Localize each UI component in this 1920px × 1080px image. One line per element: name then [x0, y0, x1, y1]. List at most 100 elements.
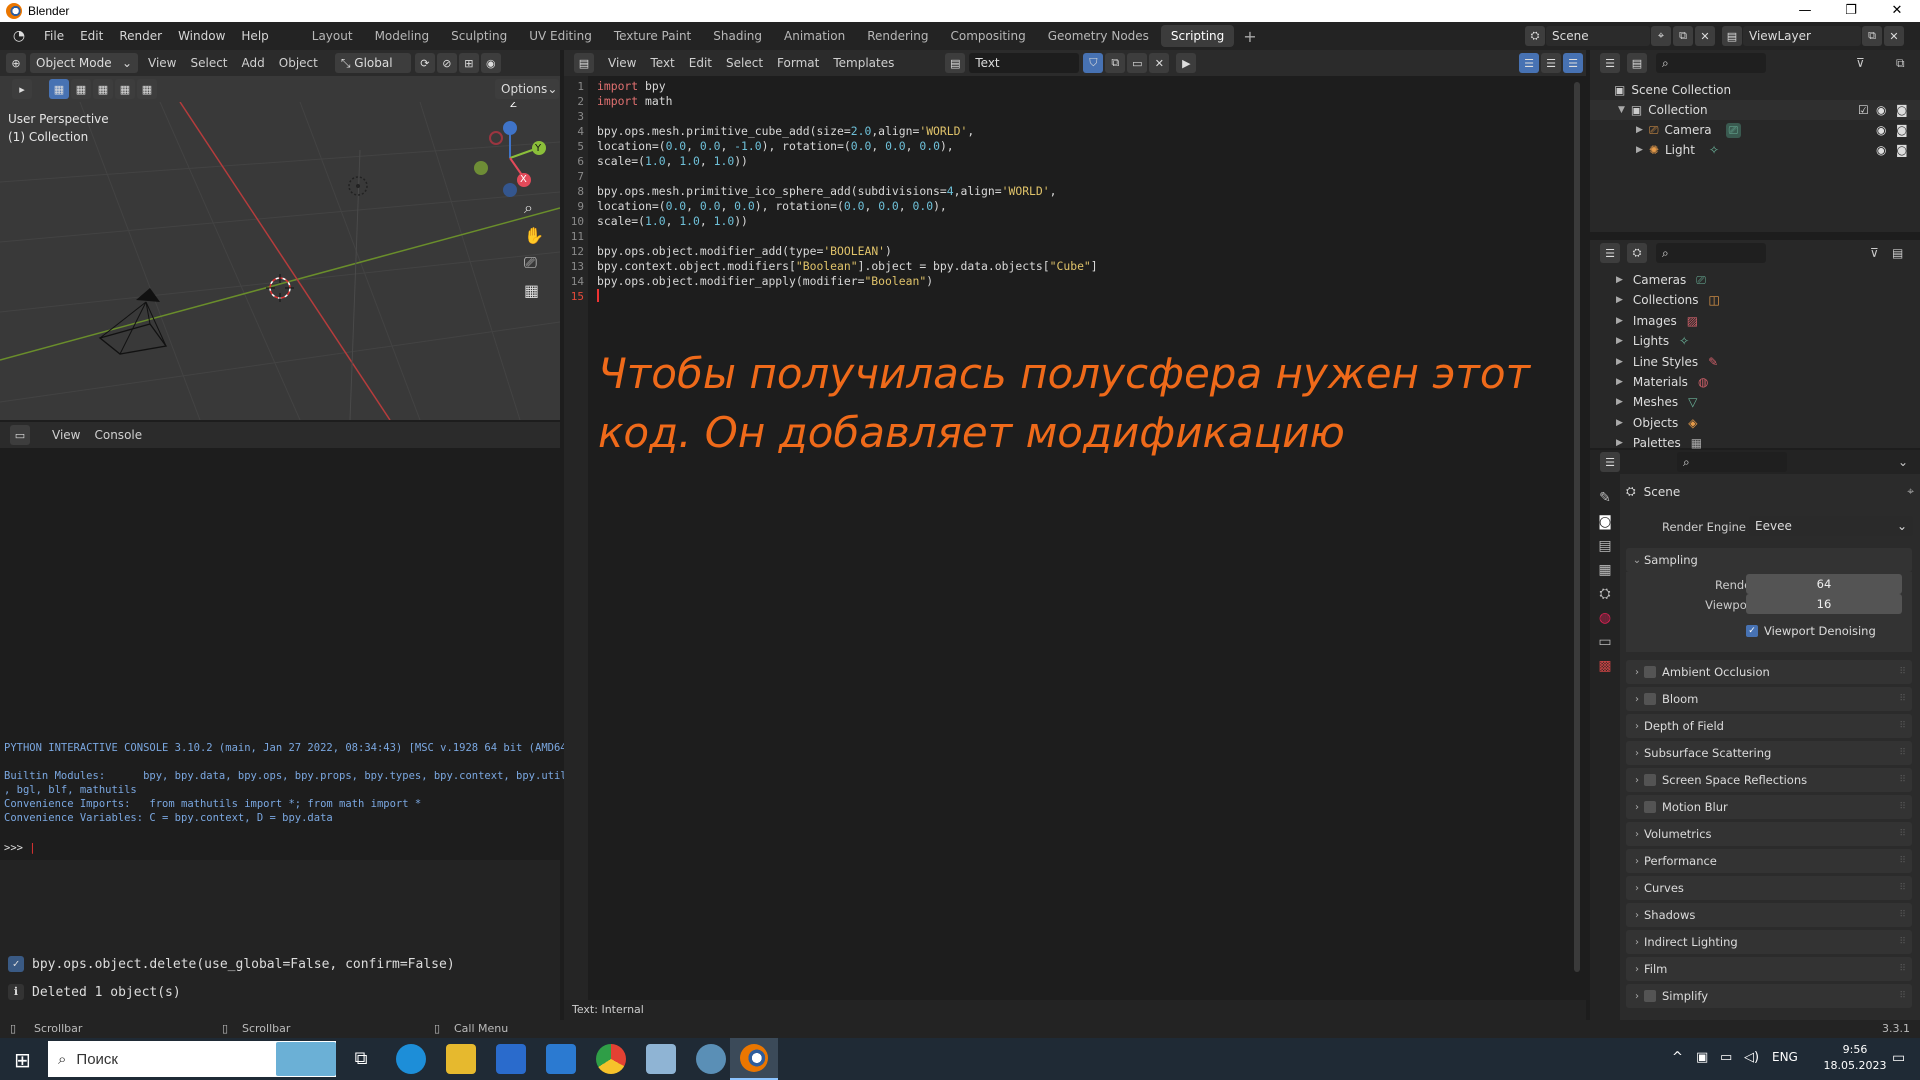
panel-bloom[interactable]: › Bloom ⠿	[1626, 687, 1912, 711]
tab-uv-editing[interactable]: UV Editing	[519, 25, 602, 47]
pin-scene-icon[interactable]: ⌖	[1651, 26, 1671, 46]
viewport-menu-view[interactable]: View	[141, 50, 183, 76]
tab-rendering[interactable]: Rendering	[857, 25, 938, 47]
language-indicator[interactable]: ENG	[1772, 1050, 1798, 1064]
tree-row-scene-collection[interactable]: ▣ Scene Collection	[1590, 80, 1920, 100]
code-line[interactable]: bpy.ops.object.modifier_apply(modifier="…	[597, 274, 933, 288]
panel-curves[interactable]: › Curves ⠿	[1626, 876, 1912, 900]
viewport-menu-object[interactable]: Object	[272, 50, 325, 76]
drag-grip-icon[interactable]: ⠿	[1899, 937, 1906, 947]
drag-grip-icon[interactable]: ⠿	[1899, 883, 1906, 893]
pivot-icon[interactable]: ⟳	[414, 53, 435, 73]
scene-selector-icon[interactable]: ⛭	[1525, 26, 1545, 46]
panel-film[interactable]: › Film ⠿	[1626, 957, 1912, 981]
zoom-icon[interactable]: ⌕	[524, 198, 544, 218]
text-scrollbar[interactable]	[1574, 82, 1580, 972]
render-samples-field[interactable]: 64	[1746, 574, 1902, 594]
code-line[interactable]: location=(0.0, 0.0, -1.0), rotation=(0.0…	[597, 139, 954, 153]
code-line[interactable]: bpy.context.object.modifiers["Boolean"].…	[597, 259, 1098, 273]
filter-icon[interactable]: ⊽	[1870, 246, 1879, 260]
blend-data-item[interactable]: ▶ Cameras ⎚	[1590, 270, 1920, 290]
snap-icon[interactable]: ⊘	[436, 53, 457, 73]
ortho-grid-icon[interactable]: ▦	[524, 281, 544, 300]
drag-grip-icon[interactable]: ⠿	[1899, 964, 1906, 974]
panel-sampling[interactable]: ⌄ Sampling	[1626, 548, 1912, 572]
text-menu-select[interactable]: Select	[719, 50, 770, 76]
new-collection-icon[interactable]: ⧉	[1896, 56, 1905, 71]
text-editor[interactable]: 1 2 3 4 5 6 7 8 9 10 11 12 13 14 15 import bpy import m…	[564, 76, 1586, 1000]
panel-enable-checkbox[interactable]	[1644, 693, 1656, 705]
panel-enable-checkbox[interactable]	[1644, 990, 1656, 1002]
tree-row-light[interactable]: ▶ ✺ Light ✧ ◉ ◙	[1590, 140, 1920, 160]
edge-icon[interactable]	[396, 1044, 426, 1074]
delete-view-layer-icon[interactable]: ✕	[1884, 26, 1904, 46]
drag-grip-icon[interactable]: ⠿	[1899, 829, 1906, 839]
code-line[interactable]: bpy.ops.mesh.primitive_cube_add(size=2.0…	[597, 124, 974, 138]
tree-row-collection[interactable]: ▼ ▣ Collection ☑ ◉ ◙	[1590, 100, 1920, 120]
panel-motion-blur[interactable]: › Motion Blur ⠿	[1626, 795, 1912, 819]
text-browse-icon[interactable]: ▤	[945, 53, 966, 73]
blender-taskbar-button[interactable]	[730, 1038, 778, 1080]
code-line[interactable]: bpy.ops.object.modifier_add(type='BOOLEA…	[597, 244, 892, 258]
text-menu-format[interactable]: Format	[770, 50, 826, 76]
code-line[interactable]: scale=(1.0, 1.0, 1.0))	[597, 214, 748, 228]
open-text-icon[interactable]: ▭	[1127, 53, 1148, 73]
text-menu-view[interactable]: View	[601, 50, 643, 76]
scene-name-field[interactable]: Scene	[1546, 26, 1650, 46]
minimize-button[interactable]: —	[1782, 0, 1828, 22]
code-line[interactable]: scale=(1.0, 1.0, 1.0))	[597, 154, 748, 168]
word-wrap-toggle-icon[interactable]: ☰	[1541, 53, 1561, 73]
panel-ambient-occlusion[interactable]: › Ambient Occlusion ⠿	[1626, 660, 1912, 684]
delete-scene-icon[interactable]: ✕	[1695, 26, 1715, 46]
panel-subsurface-scattering[interactable]: › Subsurface Scattering ⠿	[1626, 741, 1912, 765]
blend-data-item[interactable]: ▶ Collections ◫	[1590, 290, 1920, 310]
checkbox-icon[interactable]: ☑	[1858, 103, 1869, 117]
add-workspace-icon[interactable]: +	[1235, 27, 1264, 46]
app-icon[interactable]	[696, 1044, 726, 1074]
notifications-icon[interactable]: ▭	[1892, 1050, 1905, 1066]
editor-type-icon[interactable]: ⊕	[6, 53, 26, 73]
line-numbers-toggle-icon[interactable]: ☰	[1519, 53, 1539, 73]
syntax-highlight-toggle-icon[interactable]: ☰	[1563, 53, 1583, 73]
console-prompt[interactable]: >>> |	[4, 842, 36, 854]
select-new-icon[interactable]: ▦	[49, 79, 69, 99]
tab-scripting[interactable]: Scripting	[1160, 25, 1235, 47]
display-mode-icon[interactable]: ▤	[1627, 53, 1647, 73]
properties-editor-type-icon[interactable]: ☰	[1600, 452, 1620, 472]
info-log[interactable]: ✓ bpy.ops.object.delete(use_global=False…	[0, 860, 560, 1020]
text-name-field[interactable]: Text	[969, 53, 1080, 73]
blend-options-icon[interactable]: ▤	[1892, 246, 1903, 260]
tab-sculpting[interactable]: Sculpting	[441, 25, 517, 47]
python-console[interactable]: PYTHON INTERACTIVE CONSOLE 3.10.2 (main,…	[0, 448, 579, 873]
eye-icon[interactable]: ◉	[1876, 143, 1886, 157]
drag-grip-icon[interactable]: ⠿	[1899, 667, 1906, 677]
panel-enable-checkbox[interactable]	[1644, 774, 1656, 786]
view-layer-icon[interactable]: ▤	[1722, 26, 1742, 46]
outliner-search-input[interactable]: ⌕	[1656, 53, 1766, 73]
store-icon[interactable]	[496, 1044, 526, 1074]
code-line[interactable]: location=(0.0, 0.0, 0.0), rotation=(0.0,…	[597, 199, 947, 213]
render-tab-icon[interactable]: ◙	[1598, 514, 1612, 530]
menu-help[interactable]: Help	[233, 22, 276, 50]
blend-data-item[interactable]: ▶ Meshes ▽	[1590, 392, 1920, 412]
options-dropdown[interactable]: Options ⌄	[495, 79, 559, 99]
blend-display-mode-icon[interactable]: ⛭	[1627, 243, 1647, 263]
scene-tab-icon[interactable]: ⛭	[1599, 586, 1610, 602]
text-menu-edit[interactable]: Edit	[682, 50, 719, 76]
tab-modeling[interactable]: Modeling	[365, 25, 440, 47]
texture-tab-icon[interactable]: ▩	[1598, 658, 1611, 674]
eye-icon[interactable]: ◉	[1876, 123, 1886, 137]
network-icon[interactable]: ▭	[1720, 1050, 1732, 1065]
select-subtract-icon[interactable]: ▦	[93, 79, 113, 99]
code-line[interactable]: import math	[597, 94, 672, 108]
text-editor-type-icon[interactable]: ▤	[574, 53, 594, 73]
drag-grip-icon[interactable]: ⠿	[1899, 748, 1906, 758]
menu-render[interactable]: Render	[111, 22, 170, 50]
console-editor-type-icon[interactable]: ▭	[10, 425, 30, 445]
eye-icon[interactable]: ◉	[1876, 103, 1886, 117]
camera-render-icon[interactable]: ◙	[1896, 143, 1908, 157]
panel-screen-space-reflections[interactable]: › Screen Space Reflections ⠿	[1626, 768, 1912, 792]
select-intersect-icon[interactable]: ▦	[137, 79, 157, 99]
tab-geometry-nodes[interactable]: Geometry Nodes	[1038, 25, 1159, 47]
blend-data-item[interactable]: ▶ Images ▨	[1590, 311, 1920, 331]
